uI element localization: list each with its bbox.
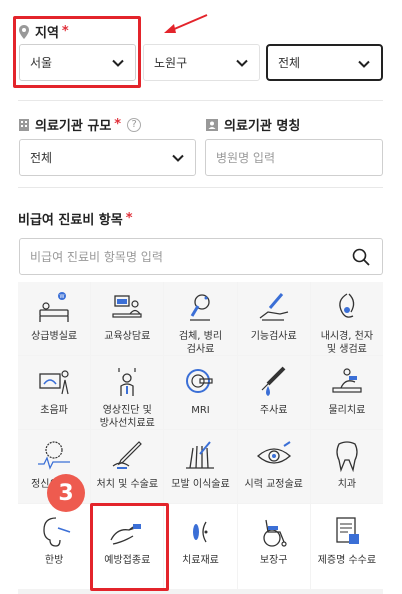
brain-wave-icon	[38, 441, 71, 470]
chevron-down-icon	[172, 154, 184, 162]
ultrasound-icon	[39, 370, 69, 395]
radiology-icon	[118, 368, 136, 396]
category-consultation[interactable]: 교육상담료	[91, 282, 164, 355]
city-select-value: 서울	[30, 56, 53, 70]
category-hospital-bed[interactable]: W 상급병실료	[18, 282, 91, 355]
required-mark: *	[114, 117, 122, 132]
hospital-name-input[interactable]: 병원명 입력	[205, 139, 383, 176]
category-certificate-fee[interactable]: 제증명 수수료	[310, 504, 383, 589]
category-label: 제증명 수수료	[317, 555, 377, 566]
hospital-bed-icon: W	[39, 292, 69, 322]
wheelchair-icon	[263, 519, 287, 547]
category-mri[interactable]: MRI	[164, 356, 237, 429]
function-test-icon	[259, 293, 288, 321]
category-function-test[interactable]: 기능검사료	[237, 282, 310, 355]
svg-text:W: W	[60, 294, 65, 300]
category-label: 검체, 병리 검사료	[178, 331, 223, 355]
name-label-text: 의료기관 명칭	[224, 119, 301, 134]
hair-transplant-icon	[186, 441, 215, 469]
category-label: 교육상담료	[104, 331, 151, 342]
vaccination-highlight-box	[90, 503, 169, 591]
category-label: 기능검사료	[250, 331, 297, 342]
category-label: 치과	[337, 479, 357, 490]
category-label: 상급병실료	[31, 331, 78, 342]
category-grid: W 상급병실료 교육상담료 검체, 병리 검사료 기능검사료 내시경, 천자 및…	[18, 282, 383, 594]
district-select-value: 노원구	[154, 56, 188, 70]
category-injection[interactable]: 주사료	[237, 356, 310, 429]
size-select[interactable]: 전체	[19, 139, 196, 176]
category-medical-material[interactable]: 치료재료	[164, 504, 237, 589]
mri-icon	[186, 369, 214, 393]
tooth-icon	[336, 441, 358, 473]
category-label: 영상진단 및 방사선치료료	[99, 405, 155, 429]
id-card-icon	[206, 118, 218, 131]
search-icon[interactable]	[352, 248, 370, 266]
category-label: 치료재료	[182, 555, 219, 566]
category-label: MRI	[191, 405, 210, 416]
scope-select-value: 전체	[278, 56, 301, 70]
syringe-icon	[261, 366, 286, 396]
category-specimen-pathology[interactable]: 검체, 병리 검사료	[164, 282, 237, 355]
required-mark: *	[125, 211, 133, 226]
category-assistive-device[interactable]: 보장구	[237, 504, 310, 589]
district-select[interactable]: 노원구	[143, 44, 260, 81]
category-hair-transplant[interactable]: 모발 이식술료	[164, 430, 237, 503]
category-vision-correction[interactable]: 시력 교정술료	[237, 430, 310, 503]
step-badge: 3	[47, 474, 85, 512]
category-oriental-medicine[interactable]: 한방	[18, 504, 91, 589]
category-label: 물리치료	[328, 405, 366, 416]
microscope-icon	[190, 294, 211, 321]
category-label: 초음파	[40, 405, 68, 416]
name-label: 의료기관 명칭	[205, 115, 300, 134]
building-icon	[19, 118, 29, 131]
arrow-annotation-icon	[164, 14, 208, 33]
category-dental[interactable]: 치과	[310, 430, 383, 503]
acupuncture-ear-icon	[43, 517, 71, 547]
scope-select[interactable]: 전체	[266, 44, 383, 81]
size-label: 의료기관 규모 * ?	[18, 115, 142, 134]
section-divider	[18, 100, 383, 101]
item-search-placeholder: 비급여 진료비 항목명 입력	[30, 250, 163, 264]
category-label: 시력 교정술료	[244, 479, 303, 490]
endoscope-icon	[339, 293, 355, 318]
category-label: 처치 및 수술료	[96, 479, 159, 490]
help-icon[interactable]: ?	[127, 117, 142, 132]
size-label-text: 의료기관 규모	[35, 119, 112, 134]
category-radiology[interactable]: 영상진단 및 방사선치료료	[91, 356, 164, 429]
category-endoscopy-biopsy[interactable]: 내시경, 천자 및 생검료	[310, 282, 383, 355]
chevron-down-icon	[112, 59, 124, 67]
hospital-name-placeholder: 병원명 입력	[216, 151, 276, 165]
scalpel-icon	[112, 441, 143, 469]
item-search-input[interactable]: 비급여 진료비 항목명 입력	[19, 238, 383, 275]
section-divider	[18, 187, 383, 188]
eye-icon	[256, 441, 291, 464]
category-label: 한방	[44, 555, 64, 566]
medical-material-icon	[193, 521, 208, 543]
category-label: 내시경, 천자 및 생검료	[320, 331, 374, 355]
category-physical-therapy[interactable]: 물리치료	[310, 356, 383, 429]
chevron-down-icon	[236, 59, 248, 67]
category-label: 모발 이식술료	[171, 479, 230, 490]
city-select[interactable]: 서울	[19, 44, 136, 81]
consultation-icon	[112, 295, 142, 318]
size-select-value: 전체	[30, 151, 53, 165]
chevron-down-icon	[358, 60, 370, 68]
certificate-icon	[336, 517, 359, 544]
category-ultrasound[interactable]: 초음파	[18, 356, 91, 429]
physical-therapy-icon	[332, 368, 362, 393]
category-procedure-surgery[interactable]: 처치 및 수술료	[91, 430, 164, 503]
items-label-text: 비급여 진료비 항목	[18, 213, 123, 228]
category-label: 주사료	[259, 405, 288, 416]
category-label: 보장구	[259, 555, 288, 566]
items-label: 비급여 진료비 항목 *	[18, 209, 133, 228]
